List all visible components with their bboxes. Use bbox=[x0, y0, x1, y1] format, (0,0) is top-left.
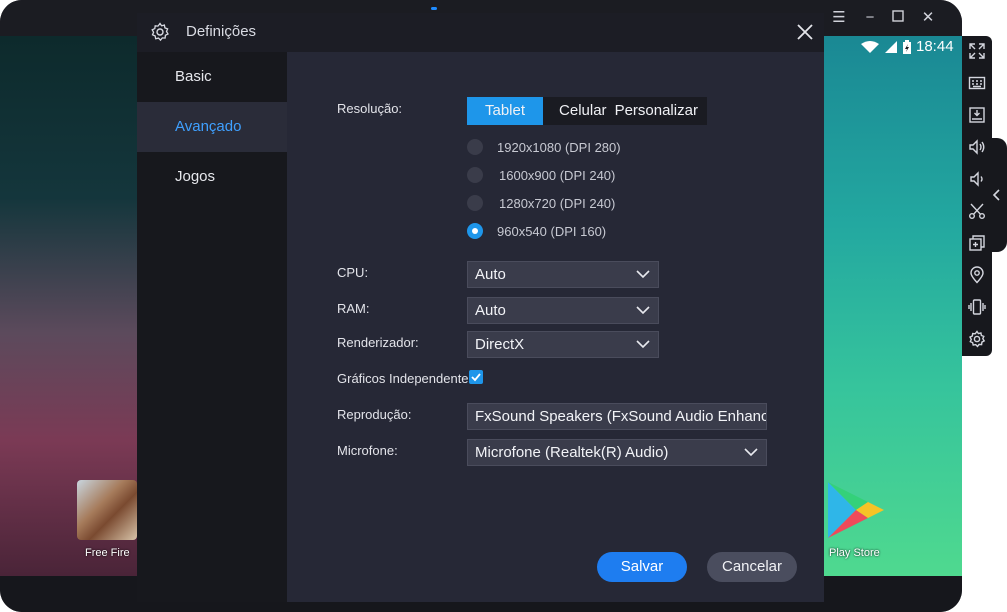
resolution-option-label: 960x540 (DPI 160) bbox=[497, 223, 607, 239]
dialog-title: Definições bbox=[186, 23, 257, 40]
microphone-label: Microfone: bbox=[337, 443, 398, 458]
titlebar-indicator bbox=[431, 7, 437, 10]
play-store-icon[interactable] bbox=[824, 480, 886, 540]
playback-select-value: FxSound Speakers (FxSound Audio Enhancer… bbox=[475, 408, 767, 425]
nav-item-games[interactable]: Jogos bbox=[137, 152, 287, 202]
location-icon[interactable] bbox=[966, 264, 988, 286]
cpu-label: CPU: bbox=[337, 265, 369, 280]
close-window-icon[interactable]: ✕ bbox=[918, 8, 938, 28]
chevron-down-icon bbox=[744, 448, 758, 457]
settings-gear-icon[interactable] bbox=[966, 328, 988, 350]
playback-label: Reprodução: bbox=[337, 407, 412, 422]
free-fire-icon[interactable] bbox=[77, 480, 137, 540]
chevron-down-icon bbox=[636, 270, 650, 279]
resolution-option[interactable]: 1280x720 (DPI 240) bbox=[467, 193, 615, 213]
minimize-icon[interactable]: − bbox=[860, 8, 880, 28]
ram-select-value: Auto bbox=[475, 302, 506, 319]
mode-phone-button[interactable]: Celular bbox=[543, 97, 613, 125]
resolution-option[interactable]: 1600x900 (DPI 240) bbox=[467, 165, 615, 185]
cpu-select[interactable]: Auto bbox=[467, 261, 659, 288]
cancel-button[interactable]: Cancelar bbox=[707, 552, 797, 582]
signal-icon bbox=[885, 41, 897, 53]
dialog-header: Definições bbox=[137, 13, 824, 52]
apk-install-icon[interactable] bbox=[966, 104, 988, 126]
free-fire-label: Free Fire bbox=[85, 547, 130, 559]
resolution-option-label: 1600x900 (DPI 240) bbox=[499, 167, 616, 183]
microphone-select-value: Microfone (Realtek(R) Audio) bbox=[475, 444, 669, 461]
radio-button-selected[interactable] bbox=[467, 223, 483, 239]
nav-item-advanced[interactable]: Avançado bbox=[137, 102, 287, 152]
chevron-down-icon bbox=[636, 340, 650, 349]
fullscreen-icon[interactable] bbox=[966, 40, 988, 62]
resolution-option-label: 1280x720 (DPI 240) bbox=[499, 195, 616, 211]
renderer-label: Renderizador: bbox=[337, 335, 419, 350]
toolbar-collapse-tab[interactable] bbox=[986, 138, 1007, 252]
settings-gear-icon bbox=[151, 22, 169, 42]
microphone-select[interactable]: Microfone (Realtek(R) Audio) bbox=[467, 439, 767, 466]
battery-icon bbox=[903, 39, 911, 54]
status-bar: 18:44 bbox=[860, 38, 954, 56]
clock: 18:44 bbox=[916, 38, 954, 55]
advanced-settings-panel: Resolução: Tablet Celular Personalizar 1… bbox=[287, 52, 824, 602]
volume-down-icon[interactable] bbox=[966, 168, 988, 190]
renderer-select[interactable]: DirectX bbox=[467, 331, 659, 358]
nav-item-basic[interactable]: Basic bbox=[137, 52, 287, 102]
device-mode-switch: Tablet Celular Personalizar bbox=[467, 97, 707, 125]
settings-dialog: Definições Basic Avançado Jogos Resoluçã… bbox=[137, 13, 824, 602]
save-button[interactable]: Salvar bbox=[597, 552, 687, 582]
resolution-option-label: 1920x1080 (DPI 280) bbox=[497, 139, 621, 155]
wifi-icon bbox=[861, 41, 879, 53]
menu-icon[interactable]: ☰ bbox=[829, 8, 849, 28]
mode-custom-button[interactable]: Personalizar bbox=[613, 97, 704, 125]
ram-select[interactable]: Auto bbox=[467, 297, 659, 324]
radio-button[interactable] bbox=[467, 139, 483, 155]
volume-up-icon[interactable] bbox=[966, 136, 988, 158]
mode-tablet-button[interactable]: Tablet bbox=[467, 97, 544, 125]
radio-button[interactable] bbox=[467, 195, 483, 211]
resolution-label: Resolução: bbox=[337, 101, 403, 116]
independent-graphics-label: Gráficos Independentes bbox=[337, 371, 476, 386]
keyboard-icon[interactable] bbox=[966, 72, 988, 94]
close-icon[interactable] bbox=[793, 20, 817, 44]
shake-icon[interactable] bbox=[966, 296, 988, 318]
settings-nav: Basic Avançado Jogos bbox=[137, 52, 287, 602]
chevron-down-icon bbox=[636, 306, 650, 315]
play-store-label: Play Store bbox=[829, 547, 880, 559]
independent-graphics-checkbox[interactable] bbox=[469, 370, 483, 384]
playback-select[interactable]: FxSound Speakers (FxSound Audio Enhancer… bbox=[467, 403, 767, 430]
chevron-left-icon bbox=[992, 189, 1000, 201]
ram-label: RAM: bbox=[337, 301, 370, 316]
radio-button[interactable] bbox=[467, 167, 483, 183]
resolution-option[interactable]: 960x540 (DPI 160) bbox=[467, 221, 606, 241]
cpu-select-value: Auto bbox=[475, 266, 506, 283]
renderer-select-value: DirectX bbox=[475, 336, 525, 353]
maximize-icon[interactable] bbox=[888, 8, 908, 28]
screenshot-cut-icon[interactable] bbox=[966, 200, 988, 222]
multi-instance-icon[interactable] bbox=[966, 232, 988, 254]
checkmark-icon bbox=[471, 373, 481, 382]
resolution-option[interactable]: 1920x1080 (DPI 280) bbox=[467, 137, 621, 157]
